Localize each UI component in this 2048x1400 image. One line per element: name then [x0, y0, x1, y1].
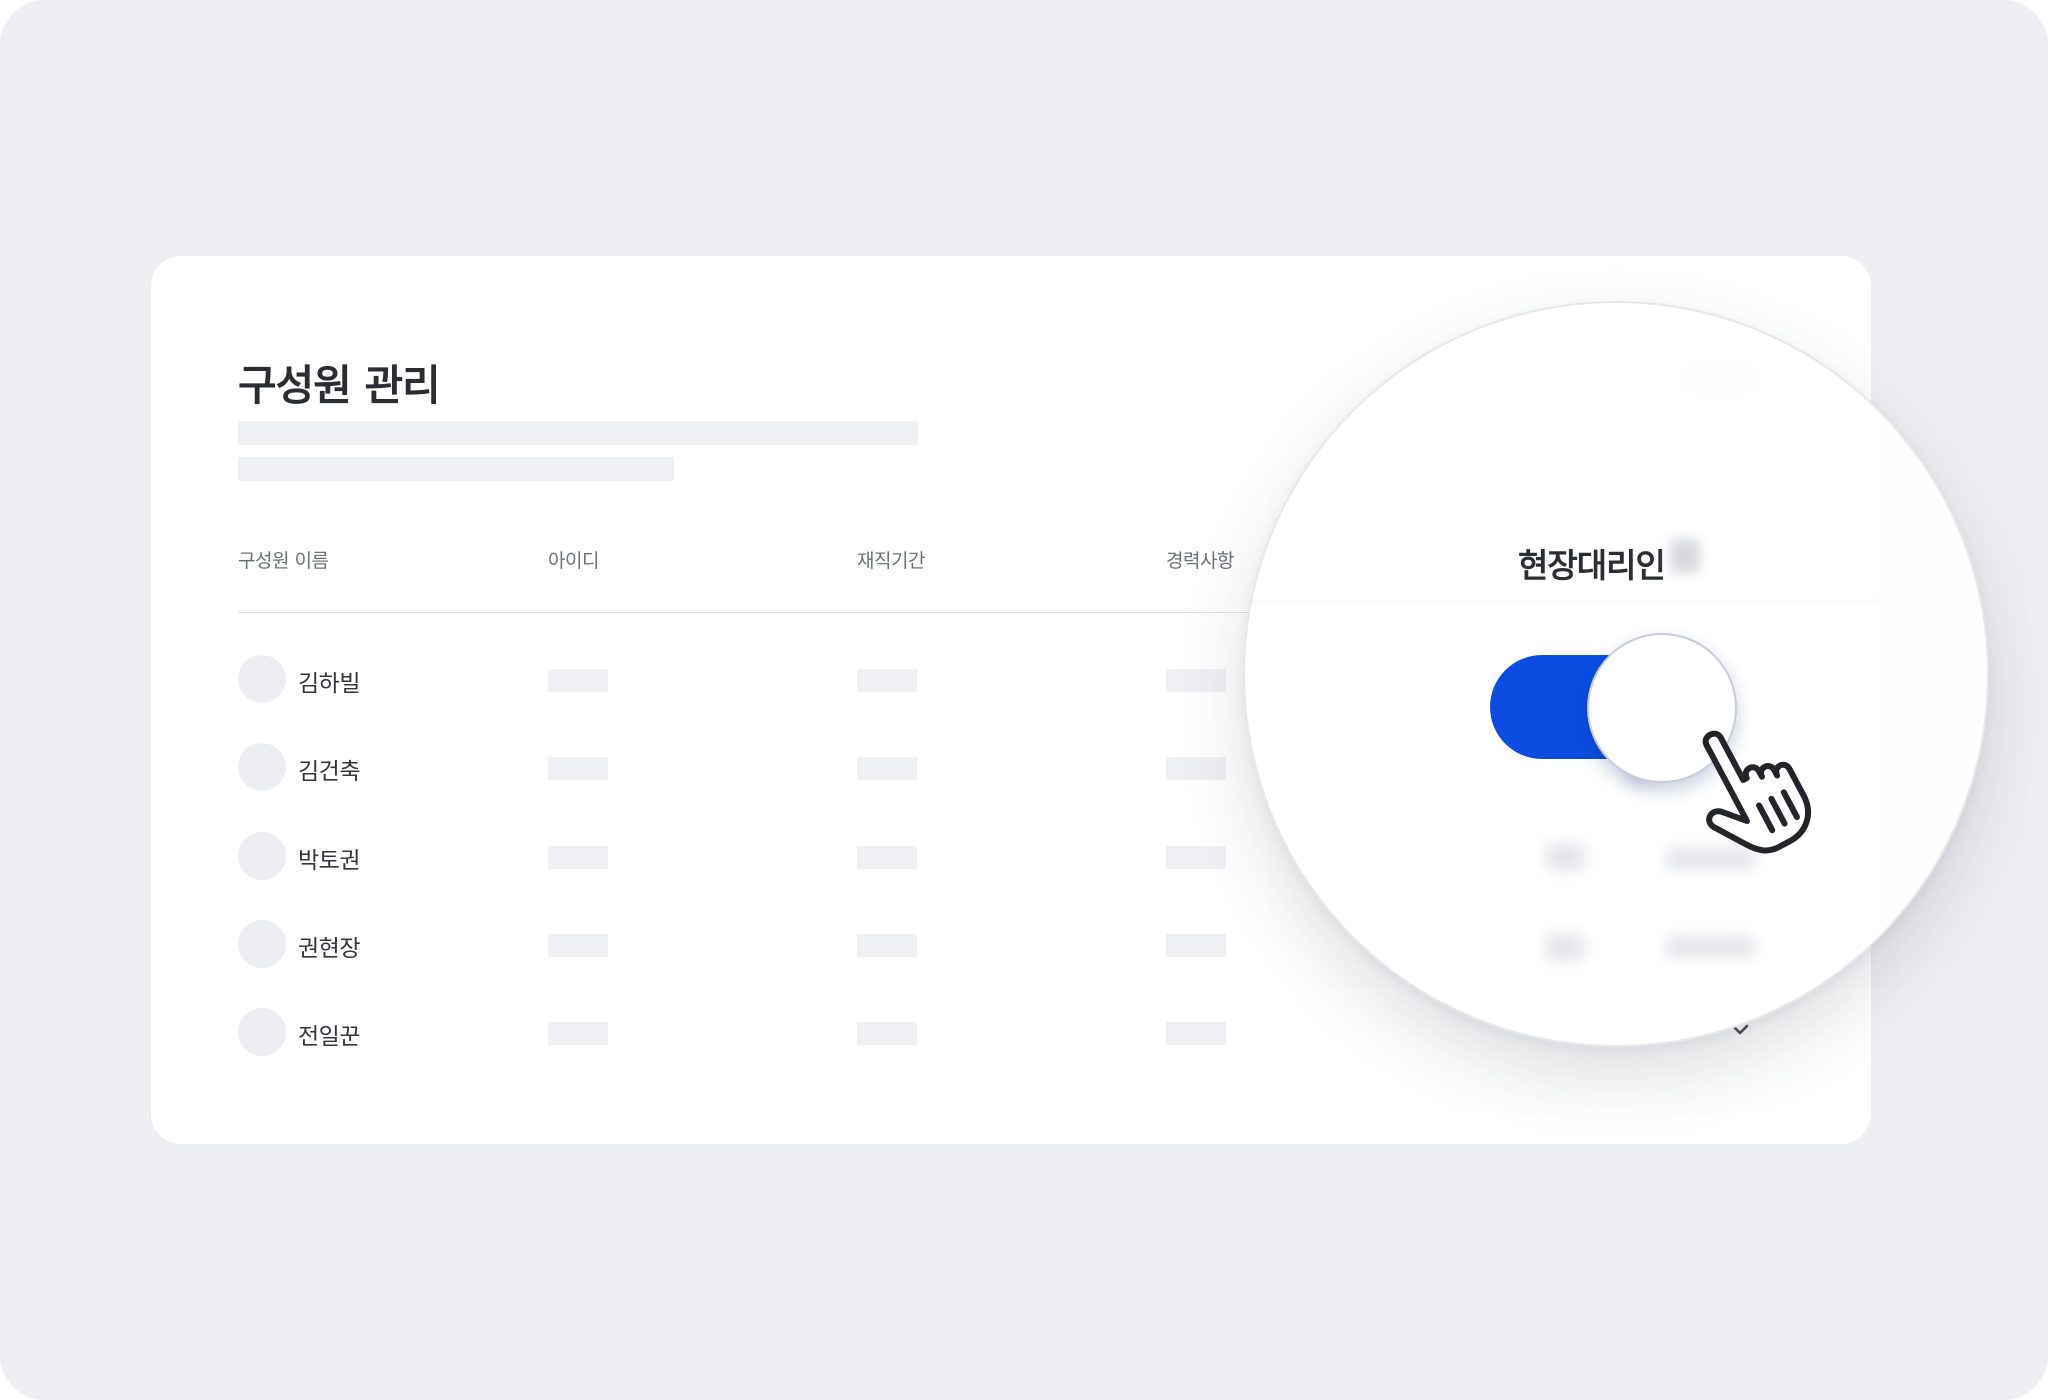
tenure-placeholder [857, 934, 917, 957]
avatar [238, 743, 286, 791]
page-title: 구성원 관리 [238, 361, 441, 410]
id-placeholder [548, 757, 608, 780]
member-name: 박토권 [298, 848, 360, 874]
blurred-column-label [1670, 539, 1700, 573]
avatar [238, 920, 286, 968]
member-name: 김하빌 [298, 671, 360, 697]
id-placeholder [548, 846, 608, 869]
avatar [238, 1008, 286, 1056]
career-placeholder [1166, 757, 1226, 780]
id-placeholder [548, 1022, 608, 1045]
tenure-placeholder [857, 757, 917, 780]
avatar [238, 655, 286, 703]
career-placeholder [1166, 669, 1226, 692]
tenure-placeholder [857, 846, 917, 869]
blurred-toggle [1545, 843, 1585, 871]
magnifier-lens: 현장대리인 [1243, 301, 1989, 1047]
career-placeholder [1166, 1022, 1226, 1045]
column-header-id[interactable]: 아이디 [548, 546, 599, 573]
career-placeholder [1166, 934, 1226, 957]
column-header-tenure[interactable]: 재직기간 [857, 546, 925, 573]
tenure-placeholder [857, 1022, 917, 1045]
column-header-career[interactable]: 경력사항 [1166, 546, 1234, 573]
member-name: 김건축 [298, 759, 360, 785]
avatar [238, 832, 286, 880]
blurred-cell [1665, 936, 1755, 958]
magnified-header-divider [1245, 601, 1987, 603]
career-placeholder [1166, 846, 1226, 869]
column-header-name[interactable]: 구성원 이름 [238, 546, 329, 573]
hand-pointer-icon [1702, 730, 1811, 854]
description-placeholder-line [238, 457, 674, 481]
tenure-placeholder [857, 669, 917, 692]
site-agent-column-label: 현장대리인 [1518, 546, 1666, 585]
member-name: 권현장 [298, 936, 360, 962]
id-placeholder [548, 669, 608, 692]
member-name: 전일꾼 [298, 1024, 360, 1050]
blurred-toggle [1545, 933, 1585, 961]
description-placeholder-line [238, 421, 918, 445]
id-placeholder [548, 934, 608, 957]
